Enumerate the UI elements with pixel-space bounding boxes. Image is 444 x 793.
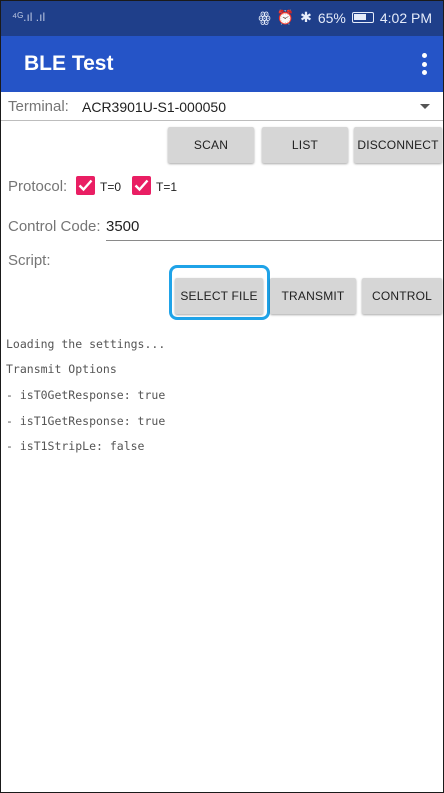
screen-border xyxy=(0,0,444,793)
